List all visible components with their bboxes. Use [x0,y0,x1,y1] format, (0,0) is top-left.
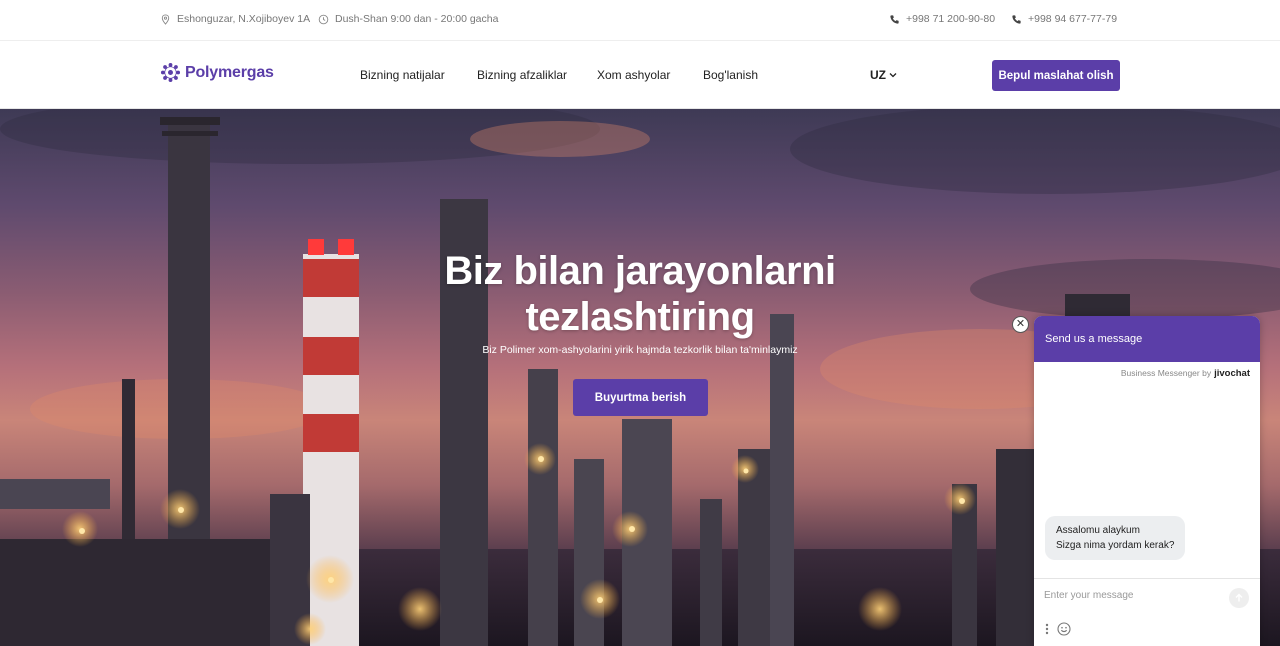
clock-icon [318,14,329,24]
chat-greeting-line-1: Assalomu alaykum [1056,525,1140,536]
chat-message-input[interactable]: Enter your message [1044,590,1134,601]
emoji-icon[interactable] [1057,622,1071,636]
location-pin-icon [161,13,170,25]
nav-link-results[interactable]: Bizning natijalar [360,68,445,82]
chat-widget: Send us a message Business Messenger by … [1034,316,1260,646]
chevron-down-icon [889,73,897,78]
nav-link-advantages[interactable]: Bizning afzaliklar [477,68,567,82]
hero-title-line-1: Biz bilan jarayonlarni [444,249,836,293]
phone-2-text[interactable]: +998 94 677-77-79 [1028,13,1117,25]
language-label: UZ [870,68,886,82]
chat-branding[interactable]: Business Messenger by jivochat [1121,368,1250,379]
chat-header: Send us a message [1034,316,1260,362]
language-selector[interactable]: UZ [870,68,897,82]
chat-greeting-bubble: Assalomu alaykum Sizga nima yordam kerak… [1045,516,1186,560]
hero-title: Biz bilan jarayonlarni tezlashtiring [390,248,890,340]
phone-2[interactable]: +998 94 677-77-79 [1011,13,1117,25]
chat-input-row: Enter your message [1034,578,1260,616]
more-options-icon[interactable] [1045,623,1049,635]
nav-link-raw-materials[interactable]: Xom ashyolar [597,68,670,82]
chat-greeting-line-2: Sizga nima yordam kerak? [1056,540,1175,551]
main-navbar: Polymergas Bizning natijalar Bizning afz… [0,41,1280,109]
chat-header-title: Send us a message [1045,333,1143,345]
arrow-up-icon [1235,593,1243,602]
nav-link-contact[interactable]: Bog'lanish [703,68,758,82]
order-button[interactable]: Buyurtma berish [573,379,708,416]
phone-icon [890,14,899,24]
address-text: Eshonguzar, N.Xojiboyev 1A [177,13,311,25]
phone-1-text[interactable]: +998 71 200-90-80 [906,13,995,25]
chat-brand-prefix: Business Messenger by [1120,368,1212,378]
hero-subtitle: Biz Polimer xom-ashyolarini yirik hajmda… [482,344,798,356]
chat-close-icon[interactable]: ✕ [1012,316,1029,333]
logo-text: Polymergas [185,63,274,81]
hours-text: Dush-Shan 9:00 dan - 20:00 gacha [335,13,499,25]
hero-title-line-2: tezlashtiring [525,295,755,339]
address-info: Eshonguzar, N.Xojiboyev 1A [160,13,310,25]
polymergas-logo-icon [160,62,181,83]
top-info-bar: Eshonguzar, N.Xojiboyev 1A Dush-Shan 9:0… [0,0,1280,41]
hours-info: Dush-Shan 9:00 dan - 20:00 gacha [318,13,498,25]
logo[interactable]: Polymergas [160,62,274,83]
phone-icon [1012,14,1021,24]
send-button[interactable] [1229,588,1249,608]
free-consultation-button[interactable]: Bepul maslahat olish [992,60,1120,91]
chat-brand-name: jivochat [1214,368,1250,379]
chat-toolbar [1045,622,1071,636]
phone-1[interactable]: +998 71 200-90-80 [889,13,995,25]
